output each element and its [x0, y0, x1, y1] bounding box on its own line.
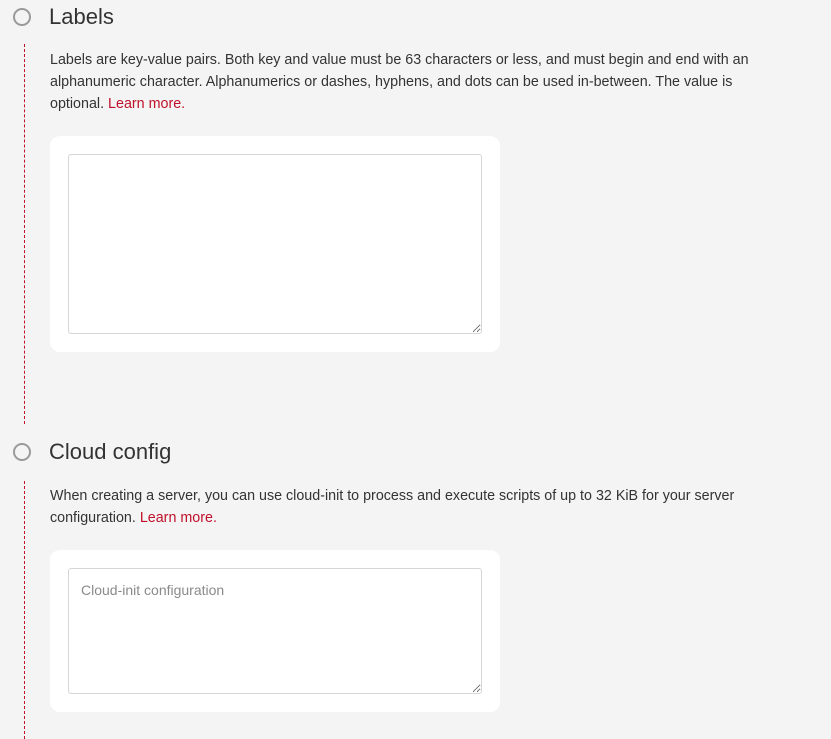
- cloud-config-description: When creating a server, you can use clou…: [50, 485, 790, 529]
- labels-step-circle-icon[interactable]: [13, 8, 31, 26]
- labels-step-connector: [24, 44, 25, 424]
- labels-card: [50, 136, 500, 352]
- labels-learn-more-link[interactable]: Learn more.: [108, 96, 185, 112]
- cloud-config-learn-more-link[interactable]: Learn more.: [140, 510, 217, 526]
- labels-description: Labels are key-value pairs. Both key and…: [50, 49, 790, 115]
- cloud-config-step-title: Cloud config: [49, 439, 172, 464]
- cloud-config-card: [50, 550, 500, 712]
- cloud-config-textarea[interactable]: [68, 568, 482, 694]
- labels-textarea[interactable]: [68, 154, 482, 334]
- cloud-config-step-connector: [24, 481, 25, 739]
- cloud-config-step-circle-icon[interactable]: [13, 443, 31, 461]
- labels-step-title: Labels: [49, 4, 114, 29]
